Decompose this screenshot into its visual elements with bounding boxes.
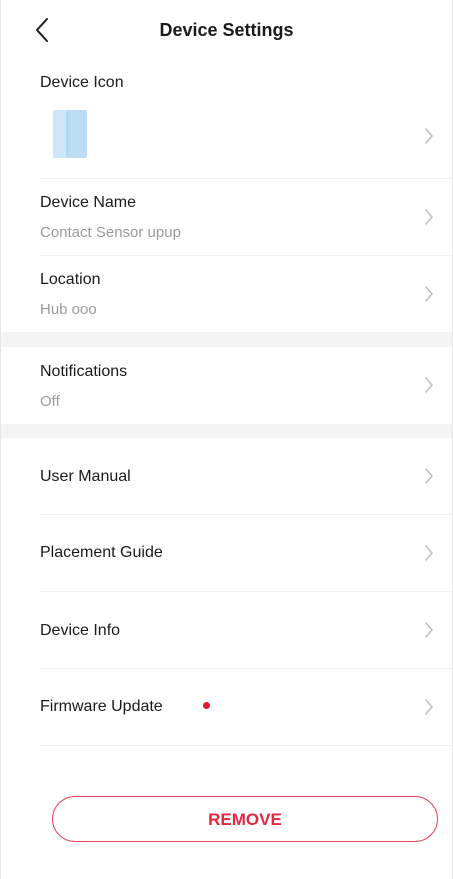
firmware-update-label: Firmware Update (40, 698, 163, 715)
device-name-value: Contact Sensor upup (40, 224, 181, 241)
device-info-row[interactable]: Device Info (1, 592, 452, 668)
device-icon-label: Device Icon (40, 74, 124, 91)
location-value: Hub ooo (40, 301, 97, 318)
device-name-label: Device Name (40, 194, 137, 211)
section-separator (1, 424, 452, 438)
divider (40, 745, 452, 746)
update-available-dot (203, 702, 210, 709)
notifications-label: Notifications (40, 363, 128, 380)
chevron-right-icon (425, 128, 433, 144)
contact-sensor-icon (52, 109, 88, 159)
notifications-row[interactable]: Notifications Off (1, 347, 452, 424)
notifications-value: Off (40, 393, 60, 410)
chevron-right-icon (425, 377, 433, 393)
device-name-row[interactable]: Device Name Contact Sensor upup (1, 179, 452, 255)
user-manual-row[interactable]: User Manual (1, 438, 452, 514)
placement-guide-row[interactable]: Placement Guide (1, 515, 452, 591)
location-label: Location (40, 271, 101, 288)
header: Device Settings (1, 0, 452, 60)
chevron-right-icon (425, 699, 433, 715)
device-info-label: Device Info (40, 622, 121, 639)
chevron-right-icon (425, 209, 433, 225)
user-manual-label: User Manual (40, 468, 131, 485)
section-separator (1, 332, 452, 347)
location-row[interactable]: Location Hub ooo (1, 256, 452, 332)
page-title: Device Settings (159, 20, 294, 40)
chevron-right-icon (425, 622, 433, 638)
chevron-right-icon (425, 468, 433, 484)
chevron-right-icon (425, 286, 433, 302)
device-settings-screen: Device Settings Device Icon Device Name … (0, 0, 453, 879)
placement-guide-label: Placement Guide (40, 544, 163, 561)
chevron-right-icon (425, 545, 433, 561)
firmware-update-row[interactable]: Firmware Update (1, 669, 452, 745)
remove-button[interactable]: REMOVE (52, 796, 438, 842)
